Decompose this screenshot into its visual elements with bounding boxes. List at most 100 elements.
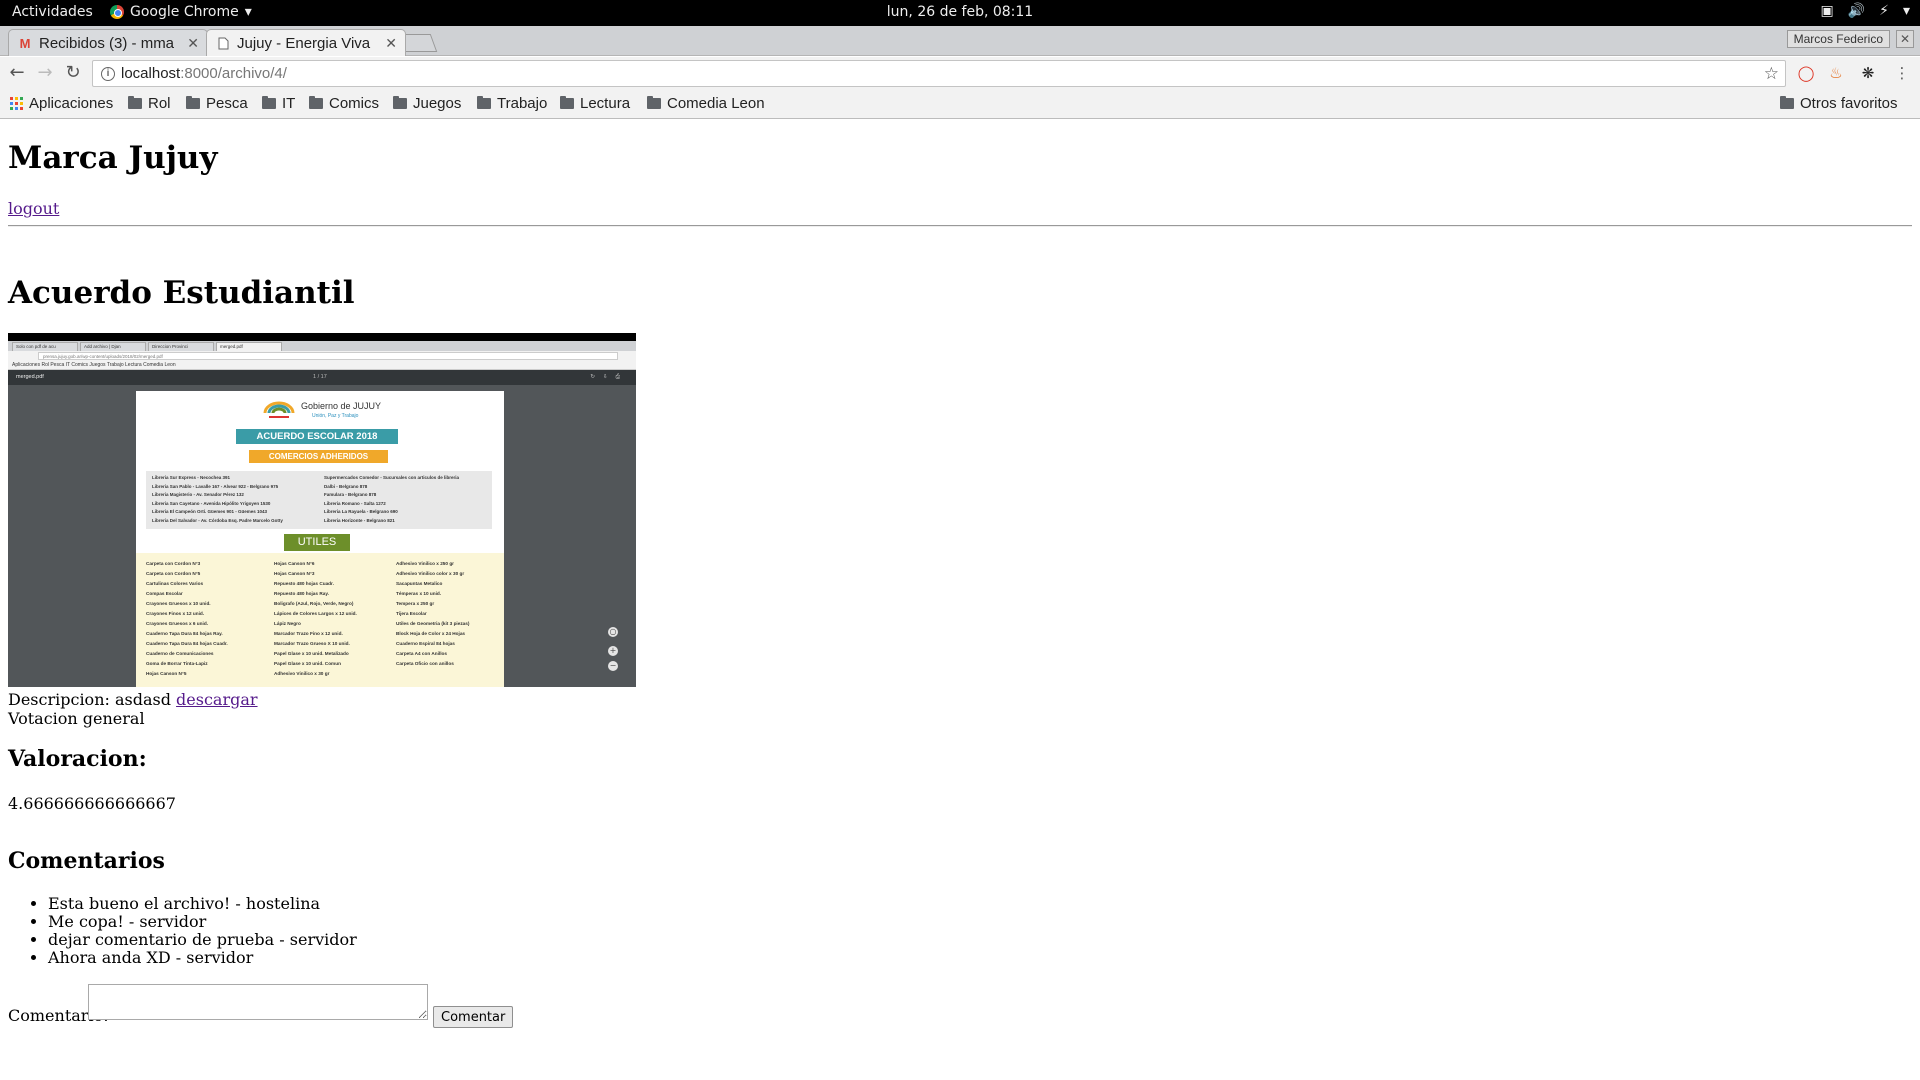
comments-list: Esta bueno el archivo! - hostelina Me co… [8,895,357,967]
comment-item: dejar comentario de prueba - servidor [48,931,357,949]
comments-heading: Comentarios [8,848,165,874]
comment-item: Ahora anda XD - servidor [48,949,357,967]
voting-label: Votacion general [8,709,145,728]
reload-icon[interactable]: ↻ [62,63,84,85]
bookmark-label: Juegos [413,95,462,112]
download-link[interactable]: descargar [176,690,258,709]
comment-submit-button[interactable]: Comentar [433,1006,514,1028]
bookmark-folder-lectura[interactable]: Lectura [560,95,630,112]
bookmark-folder-juegos[interactable]: Juegos [393,95,461,112]
rating-heading: Valoracion: [8,746,147,772]
pdf-page-counter: 1 / 17 [313,374,327,380]
bookmark-label: Comics [329,95,380,112]
page-content: Marca Jujuy logout Acuerdo Estudiantil S… [0,120,1920,1080]
folder-icon [262,96,276,109]
bookmark-label: Aplicaciones [29,95,114,112]
bookmark-apps[interactable]: Aplicaciones [10,95,113,112]
description-text: Descripcion: asdasd [8,690,171,709]
mini-bookmarks: Aplicaciones Rol Pesca IT Comics Juegos … [8,361,636,370]
window-close-icon[interactable]: ✕ [1896,30,1914,48]
page-icon [215,36,231,50]
system-top-bar: Actividades Google Chrome ▾ lun, 26 de f… [0,0,1920,26]
logout-link[interactable]: logout [8,199,59,218]
tab-title: Jujuy - Energia Viva [237,34,371,52]
supplies-box: Carpeta con Cordon N°3 Carpeta con Cordo… [136,553,504,687]
bookmark-folder-rol[interactable]: Rol [128,95,171,112]
tab-gmail[interactable]: M Recibidos (3) - mma ✕ [8,29,208,56]
mini-pdf-toolbar: merged.pdf 1 / 17 ↻⇩⎙ [8,370,636,385]
clock[interactable]: lun, 26 de feb, 08:11 [0,4,1920,20]
bookmark-label: Trabajo [497,95,548,112]
bookmarks-bar: Aplicaciones Rol Pesca IT Comics Juegos … [0,90,1920,119]
bookmark-star-icon[interactable]: ☆ [1764,61,1779,86]
comment-textarea[interactable] [88,984,428,1020]
zoom-out-icon: − [608,661,618,671]
file-title: Acuerdo Estudiantil [8,275,355,311]
fit-page-icon: ○ [608,627,618,637]
mini-tab: merged.pdf [216,342,282,351]
folder-icon [393,96,407,109]
info-icon[interactable]: i [101,67,115,81]
mini-toolbar: prensa.jujuy.gob.ar/wp-content/uploads/2… [8,351,636,361]
rating-value: 4.666666666666667 [8,794,176,813]
bookmark-label: Lectura [580,95,631,112]
fire-extension-icon[interactable]: ♨ [1826,63,1846,83]
browser-toolbar: ← → ↻ i localhost:8000/archivo/4/ ☆ ◯ ♨ … [0,57,1920,90]
extension-icon[interactable]: ❋ [1858,63,1878,83]
folder-icon [477,96,491,109]
close-icon[interactable]: ✕ [385,35,397,52]
mini-tab: Direccion Provinci [148,342,214,351]
chevron-down-icon: ▾ [1902,3,1910,19]
battery-icon: ⚡ [1879,3,1889,19]
mini-tab: Solo con pdf de acu [12,342,78,351]
opera-extension-icon[interactable]: ◯ [1796,63,1816,83]
bookmark-label: Pesca [206,95,248,112]
folder-icon [128,96,142,109]
supplies-col-2: Hojas Canson N°6 Hojas Canson N°3 Repues… [274,561,357,676]
tab-strip: M Recibidos (3) - mma ✕ Jujuy - Energia … [0,26,1920,56]
stores-box: Libreria Sur Express - Necochea 391 Libr… [146,471,492,529]
bookmark-folder-pesca[interactable]: Pesca [186,95,248,112]
gov-name: Gobierno de JUJUY [301,401,382,411]
bookmark-folder-trabajo[interactable]: Trabajo [477,95,547,112]
bookmark-label: Otros favoritos [1800,95,1898,112]
site-title: Marca Jujuy [8,140,218,176]
zoom-in-icon: + [608,646,618,656]
bookmark-folder-comics[interactable]: Comics [309,95,379,112]
bookmark-folder-other[interactable]: Otros favoritos [1780,95,1898,112]
profile-button[interactable]: Marcos Federico [1786,30,1890,48]
file-preview-image[interactable]: Solo con pdf de acu Add archivo | Djan D… [8,333,636,687]
mini-tab: Add archivo | Djan [80,342,146,351]
bookmark-folder-it[interactable]: IT [262,95,295,112]
jujuy-logo-icon [263,401,295,418]
comment-item: Esta bueno el archivo! - hostelina [48,895,357,913]
close-icon[interactable]: ✕ [187,35,199,52]
description-line: Descripcion: asdasd descargar [8,690,258,709]
divider [8,225,1912,227]
pdf-section-title: UTILES [284,534,350,551]
stores-right: Supermercados Comedor - Sucursales con a… [324,475,460,523]
pdf-tool-icons: ↻⇩⎙ [590,374,628,380]
system-tray[interactable]: ▣ 🔊 ⚡ ▾ [1820,3,1910,19]
mini-address-bar: prensa.jujuy.gob.ar/wp-content/uploads/2… [38,352,618,360]
pdf-page: Gobierno de JUJUY Unión, Paz y Trabajo A… [136,391,504,687]
address-bar[interactable]: i localhost:8000/archivo/4/ ☆ [92,60,1786,87]
url-text: localhost:8000/archivo/4/ [121,65,287,82]
pdf-banner: ACUERDO ESCOLAR 2018 [236,429,398,444]
tab-jujuy[interactable]: Jujuy - Energia Viva ✕ [206,29,406,56]
bookmark-label: IT [282,95,296,112]
comment-item: Me copa! - servidor [48,913,357,931]
menu-icon[interactable]: ⋮ [1892,63,1912,83]
forward-icon[interactable]: → [34,63,56,85]
folder-icon [560,96,574,109]
folder-icon [1780,96,1794,109]
back-icon[interactable]: ← [6,63,28,85]
bookmark-folder-comedia-leon[interactable]: Comedia Leon [647,95,765,112]
volume-icon: 🔊 [1847,3,1866,19]
bookmark-label: Rol [148,95,171,112]
folder-icon [309,96,323,109]
supplies-col-3: Adhesivo Vinilico x 250 gr Adhesivo Vini… [396,561,470,666]
gov-motto: Unión, Paz y Trabajo [312,413,359,419]
folder-icon [647,96,661,109]
gmail-icon: M [19,35,31,51]
